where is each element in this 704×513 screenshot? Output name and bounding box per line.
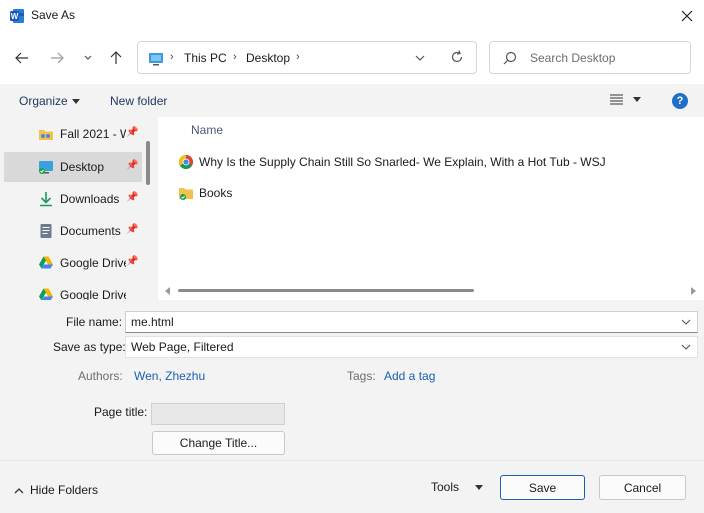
close-button[interactable] bbox=[672, 2, 702, 30]
command-bar bbox=[0, 84, 704, 117]
caret-down-icon bbox=[475, 484, 484, 490]
sidebar-item-label: Downloads bbox=[60, 192, 120, 206]
tools-button[interactable]: Tools bbox=[431, 480, 484, 494]
breadcrumb-this-pc[interactable]: This PC bbox=[184, 51, 227, 65]
hide-folders-label: Hide Folders bbox=[30, 483, 99, 497]
file-name: Why Is the Supply Chain Still So Snarled… bbox=[199, 155, 606, 169]
view-options-button[interactable] bbox=[610, 94, 641, 105]
sidebar-item-documents[interactable]: Documents 📌 bbox=[4, 216, 142, 246]
recent-locations-button[interactable] bbox=[76, 46, 100, 70]
file-name-value: me.html bbox=[131, 315, 174, 329]
file-name-field[interactable]: me.html bbox=[125, 311, 698, 333]
svg-text:W: W bbox=[11, 12, 19, 21]
navigation-pane-scrollbar[interactable] bbox=[146, 141, 150, 185]
breadcrumb-separator: › bbox=[170, 51, 174, 63]
sidebar-item-label: Google Drive bbox=[60, 256, 126, 270]
arrow-left-icon bbox=[15, 52, 28, 64]
sidebar-item-label: Fall 2021 - W bbox=[60, 127, 126, 141]
up-button[interactable] bbox=[104, 46, 128, 70]
pin-icon: 📌 bbox=[126, 192, 139, 203]
scrollbar-thumb[interactable] bbox=[178, 289, 474, 292]
tools-label: Tools bbox=[431, 480, 460, 494]
window-title: Save As bbox=[31, 8, 76, 22]
breadcrumb-separator: › bbox=[296, 51, 300, 63]
chevron-down-icon[interactable] bbox=[681, 316, 691, 328]
sidebar-item-downloads[interactable]: Downloads 📌 bbox=[4, 184, 142, 214]
caret-down-icon bbox=[633, 97, 641, 102]
pin-icon: 📌 bbox=[126, 256, 139, 267]
this-pc-icon bbox=[149, 53, 163, 66]
file-row[interactable]: Why Is the Supply Chain Still So Snarled… bbox=[178, 151, 606, 173]
organize-button[interactable]: Organize bbox=[19, 94, 80, 108]
title-bar bbox=[0, 0, 704, 32]
scroll-left-icon[interactable] bbox=[165, 287, 171, 295]
sidebar-item-label: Desktop bbox=[60, 160, 105, 174]
chrome-icon bbox=[179, 155, 193, 169]
sidebar-item-desktop[interactable]: Desktop 📌 bbox=[4, 152, 142, 182]
authors-value[interactable]: Wen, Zhezhu bbox=[134, 369, 205, 383]
forward-button[interactable] bbox=[45, 46, 69, 70]
chevron-down-icon bbox=[681, 344, 691, 350]
download-icon bbox=[40, 192, 52, 207]
file-name: Books bbox=[199, 186, 233, 200]
search-input[interactable]: Search Desktop bbox=[489, 41, 691, 74]
google-drive-icon bbox=[39, 256, 53, 269]
authors-label: Authors: bbox=[78, 369, 123, 383]
save-as-type-select[interactable]: Web Page, Filtered bbox=[125, 336, 698, 358]
sidebar-item-label: Google Drive bbox=[60, 288, 126, 300]
arrow-right-icon bbox=[51, 52, 64, 64]
folder-icon bbox=[179, 188, 193, 200]
scroll-right-icon[interactable] bbox=[691, 287, 697, 295]
breadcrumb-desktop[interactable]: Desktop bbox=[246, 51, 290, 65]
save-as-type-value: Web Page, Filtered bbox=[131, 340, 234, 354]
chevron-down-icon[interactable] bbox=[414, 50, 426, 66]
address-bar[interactable]: › This PC › Desktop › bbox=[137, 41, 477, 74]
horizontal-scrollbar[interactable] bbox=[160, 284, 704, 298]
pin-icon: 📌 bbox=[126, 224, 139, 235]
search-icon bbox=[503, 51, 517, 65]
chevron-down-icon bbox=[84, 55, 92, 60]
help-button[interactable]: ? bbox=[672, 93, 688, 109]
save-as-type-label: Save as type: bbox=[53, 340, 126, 354]
back-button[interactable] bbox=[10, 46, 34, 70]
desktop-icon bbox=[39, 161, 53, 174]
chevron-up-icon bbox=[14, 487, 24, 493]
pin-icon: 📌 bbox=[126, 160, 139, 171]
folder-shared-icon bbox=[39, 130, 53, 140]
file-name-label: File name: bbox=[66, 315, 123, 329]
sidebar-item-google-drive[interactable]: Google Drive 📌 bbox=[4, 248, 142, 278]
page-title-label: Page title: bbox=[94, 405, 148, 419]
organize-label: Organize bbox=[19, 94, 68, 108]
tags-label: Tags: bbox=[347, 369, 376, 383]
search-placeholder: Search Desktop bbox=[530, 51, 616, 65]
list-view-icon bbox=[610, 94, 623, 105]
change-title-button[interactable]: Change Title... bbox=[152, 431, 285, 455]
new-folder-button[interactable]: New folder bbox=[110, 94, 167, 108]
save-button[interactable]: Save bbox=[500, 475, 585, 500]
hide-folders-button[interactable]: Hide Folders bbox=[14, 483, 98, 497]
pin-icon: 📌 bbox=[126, 127, 139, 138]
word-icon: W bbox=[9, 8, 25, 24]
document-icon bbox=[40, 224, 52, 238]
sidebar-item-label: Documents bbox=[60, 224, 121, 238]
google-drive-icon bbox=[39, 288, 53, 300]
refresh-icon[interactable] bbox=[450, 49, 464, 65]
page-title-field[interactable] bbox=[151, 403, 285, 425]
breadcrumb-separator: › bbox=[233, 51, 237, 63]
navigation-pane: Fall 2021 - W 📌 Desktop 📌 Downloads 📌 Do… bbox=[0, 117, 158, 300]
close-icon bbox=[681, 10, 693, 22]
cancel-button[interactable]: Cancel bbox=[599, 475, 686, 500]
file-list bbox=[158, 117, 704, 300]
add-tag-link[interactable]: Add a tag bbox=[384, 369, 435, 383]
arrow-up-icon bbox=[110, 51, 122, 64]
sidebar-item-google-drive-2[interactable]: Google Drive bbox=[4, 280, 142, 300]
caret-down-icon bbox=[71, 98, 80, 104]
column-header-name[interactable]: Name bbox=[191, 123, 223, 137]
file-row[interactable]: Books bbox=[178, 182, 232, 204]
sidebar-item-fall-2021[interactable]: Fall 2021 - W 📌 bbox=[4, 119, 142, 149]
